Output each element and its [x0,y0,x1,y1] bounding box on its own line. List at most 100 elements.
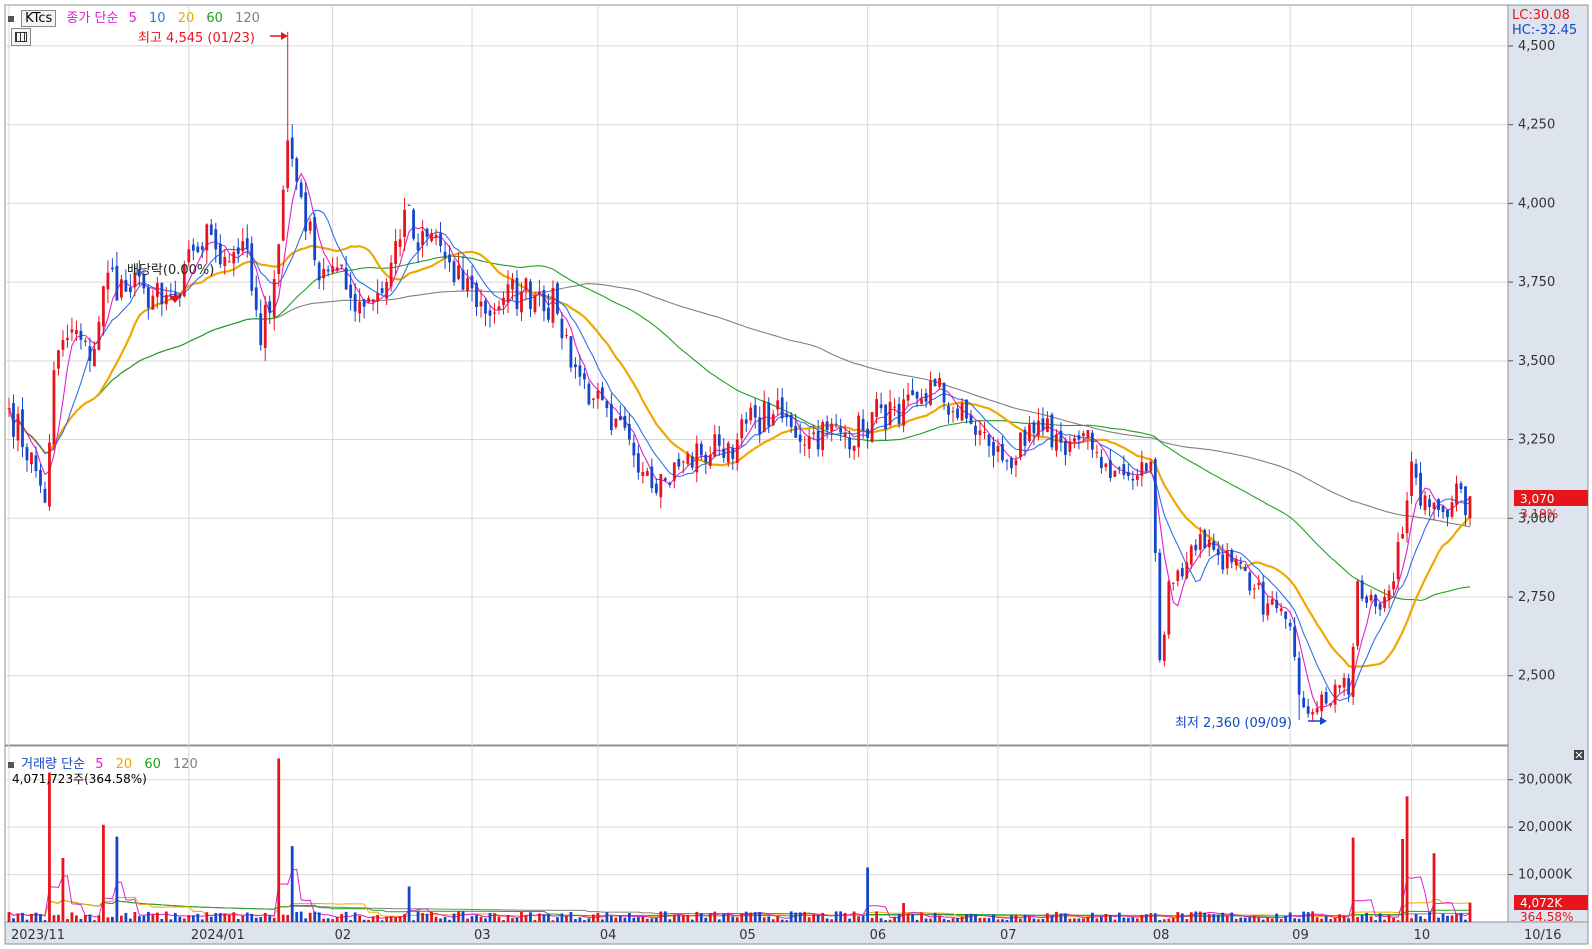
table-toggle-button[interactable] [11,28,31,46]
candle-body [1239,561,1243,564]
candle-body [1468,496,1472,519]
volume-bar [1095,918,1099,922]
volume-bar [1126,917,1130,922]
candle-body [1010,457,1013,469]
candle-body [533,295,537,313]
volume-bar [1144,914,1148,922]
volume-bar [888,919,892,922]
candle-body [583,373,586,380]
candle-body [1194,544,1198,551]
volume-bar [1351,837,1355,922]
volume-bar [200,919,204,922]
candle-body [924,393,928,402]
volume-bar [1135,918,1139,922]
candle-body [1014,460,1018,466]
candle-body [551,288,555,323]
candle-body [1275,600,1279,609]
candle-body [48,442,51,507]
volume-bar [1387,914,1391,922]
volume-bar [1423,918,1427,922]
candle-body [1446,509,1449,518]
volume-bar [915,919,919,922]
volume-bar [816,914,820,922]
candle-body [1153,459,1157,553]
candle-body [164,294,168,305]
volume-bar [1279,919,1283,922]
candle-body [776,400,780,410]
candle-body [398,239,402,247]
volume-bar [502,920,505,922]
candle-body [1311,712,1315,715]
candle-body [376,293,380,302]
candle-body [1086,429,1090,438]
volume-bar [1140,914,1144,922]
volume-bar [1153,913,1157,922]
candle-body [196,246,200,253]
ma10-label: 10 [149,11,166,26]
candle-body [695,443,699,473]
volume-bar [209,916,213,922]
volume-bar [1464,919,1467,922]
volume-bar [1090,912,1094,922]
candle-body [803,444,807,446]
volume-bar [974,914,977,922]
volume-bar [650,918,654,922]
volume-bar [681,914,685,922]
candle-body [25,447,29,461]
price-tick-label: 3,750 [1518,275,1555,290]
candle-body [66,337,69,341]
volume-bar [920,913,923,922]
candle-body [1306,706,1310,714]
candle-body [1149,461,1153,471]
volume-bar [731,916,735,922]
volume-bar [1383,919,1386,922]
volume-bar [398,916,402,922]
volume-bar [1306,912,1310,922]
volume-bar [600,919,604,922]
volume-bar [1324,915,1328,922]
candle-body [1171,582,1175,584]
volume-bar [753,912,757,922]
candle-body [30,452,33,465]
volume-bar [443,917,447,922]
volume-bar [668,919,672,922]
volume-bar [416,911,420,922]
candle-body [281,189,285,241]
volume-bar [632,917,636,922]
volume-bar [969,913,973,922]
volume-bar [1468,902,1472,922]
candle-body [1432,502,1436,509]
candle-body [97,321,101,350]
candle-body [1396,541,1400,580]
volume-bar [983,917,986,922]
volume-bar [987,918,991,922]
volume-bar [906,913,910,922]
high-annotation: 최고 4,545 (01/23) [138,31,256,46]
volume-bar [367,919,371,922]
price-badge-value: 3,070 [1520,492,1554,506]
volume-bar [798,912,802,922]
volume-bar [1041,918,1045,922]
volume-bar [1131,917,1135,922]
candle-body [331,266,335,273]
volume-bar [574,919,577,922]
volume-bar [690,919,694,922]
candle-body [1005,460,1009,462]
volume-bar [281,914,285,922]
ma20-label: 20 [177,11,195,26]
price-tick-label: 2,500 [1518,669,1555,684]
volume-bar [7,912,11,922]
volume-bar [726,912,730,922]
candle-body [479,301,483,307]
volume-bar [1455,913,1458,922]
volume-bar [376,914,380,922]
candle-body [897,403,901,424]
candle-body [1252,588,1256,590]
candle-body [1108,460,1112,478]
symbol-box[interactable]: KTcs [21,10,57,27]
candle-body [699,443,703,456]
candle-body [484,300,487,314]
candle-body [16,413,20,441]
candle-body [308,221,312,231]
volume-bar [771,919,775,922]
